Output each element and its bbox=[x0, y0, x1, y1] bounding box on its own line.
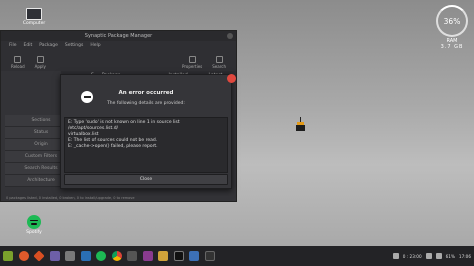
synaptic-titlebar[interactable]: Synaptic Package Manager bbox=[1, 31, 236, 41]
app-hex-icon[interactable] bbox=[33, 250, 45, 262]
ram-gauge: 36% bbox=[436, 5, 468, 37]
browser-icon[interactable] bbox=[80, 251, 91, 261]
search-button[interactable]: Search bbox=[212, 56, 226, 69]
monitor-icon bbox=[26, 8, 42, 20]
properties-label: Properties bbox=[182, 64, 203, 69]
menu-file[interactable]: File bbox=[9, 41, 17, 50]
spotify-icon[interactable] bbox=[96, 251, 106, 261]
battery-percent: 61% bbox=[445, 253, 455, 259]
apply-label: Apply bbox=[34, 64, 46, 69]
ram-value: 3.7 GB bbox=[440, 44, 464, 50]
chrome-icon[interactable] bbox=[111, 251, 122, 261]
app-launcher-icon[interactable] bbox=[18, 251, 29, 261]
detail-line: E: _cache->open() failed, please report. bbox=[68, 144, 158, 149]
reload-icon bbox=[14, 56, 22, 63]
clock[interactable]: 17:06 bbox=[459, 254, 471, 259]
folder-icon[interactable] bbox=[49, 251, 60, 261]
spotify-icon bbox=[27, 215, 41, 229]
tray-timer: 0 : 23:00 bbox=[402, 253, 422, 259]
menu-edit[interactable]: Edit bbox=[24, 41, 33, 50]
start-menu-icon[interactable] bbox=[3, 251, 13, 261]
ram-percent: 36% bbox=[443, 16, 461, 26]
synaptic-taskbar-icon[interactable] bbox=[204, 251, 215, 261]
computer-label: Computer bbox=[22, 21, 46, 26]
search-icon bbox=[215, 56, 223, 63]
synaptic-title: Synaptic Package Manager bbox=[84, 33, 153, 39]
volume-icon[interactable] bbox=[425, 253, 432, 259]
app-icon[interactable] bbox=[189, 251, 199, 261]
spotify-label: Spotify bbox=[26, 230, 42, 235]
error-dialog: An error occurred The following details … bbox=[60, 74, 236, 189]
reload-button[interactable]: Reload bbox=[11, 56, 25, 69]
close-icon[interactable] bbox=[227, 74, 236, 83]
detail-line: E: Type 'sudo' is not known on line 1 in… bbox=[68, 120, 182, 131]
error-details[interactable]: E: Type 'sudo' is not known on line 1 in… bbox=[64, 117, 228, 173]
network-icon[interactable] bbox=[392, 253, 399, 259]
menubar: File Edit Package Settings Help bbox=[1, 41, 236, 50]
files-icon[interactable] bbox=[65, 251, 75, 261]
computer-desktop-icon[interactable]: Computer bbox=[19, 8, 49, 26]
menu-settings[interactable]: Settings bbox=[65, 41, 83, 50]
search-label: Search bbox=[212, 64, 226, 69]
app-icon[interactable] bbox=[127, 251, 137, 261]
status-bar: 0 packages listed, 0 installed, 0 broken… bbox=[6, 196, 135, 200]
properties-icon bbox=[188, 56, 196, 63]
taskbar: 0 : 23:00 61% 17:06 bbox=[0, 246, 474, 266]
app-icon[interactable] bbox=[142, 251, 153, 261]
package-icon[interactable] bbox=[158, 251, 168, 261]
properties-button[interactable]: Properties bbox=[182, 56, 202, 69]
battery-icon[interactable] bbox=[435, 253, 442, 259]
spotify-desktop-icon[interactable]: Spotify bbox=[19, 215, 49, 235]
close-button[interactable]: Close bbox=[64, 174, 228, 185]
terminal-icon[interactable] bbox=[173, 251, 184, 261]
apply-button[interactable]: Apply bbox=[35, 56, 46, 69]
ram-widget: 36% RAM 3.7 GB bbox=[434, 5, 470, 55]
toolbar: Reload Apply Properties Search bbox=[1, 50, 236, 71]
dialog-title: An error occurred bbox=[118, 90, 174, 96]
close-icon[interactable] bbox=[227, 33, 233, 39]
menu-help[interactable]: Help bbox=[90, 41, 100, 50]
wallpaper-buoy bbox=[296, 117, 305, 133]
apply-icon bbox=[36, 56, 44, 63]
system-tray: 0 : 23:00 61% 17:06 bbox=[392, 253, 471, 259]
menu-package[interactable]: Package bbox=[39, 41, 58, 50]
reload-label: Reload bbox=[11, 64, 25, 69]
dialog-subtitle: The following details are provided: bbox=[107, 101, 185, 106]
